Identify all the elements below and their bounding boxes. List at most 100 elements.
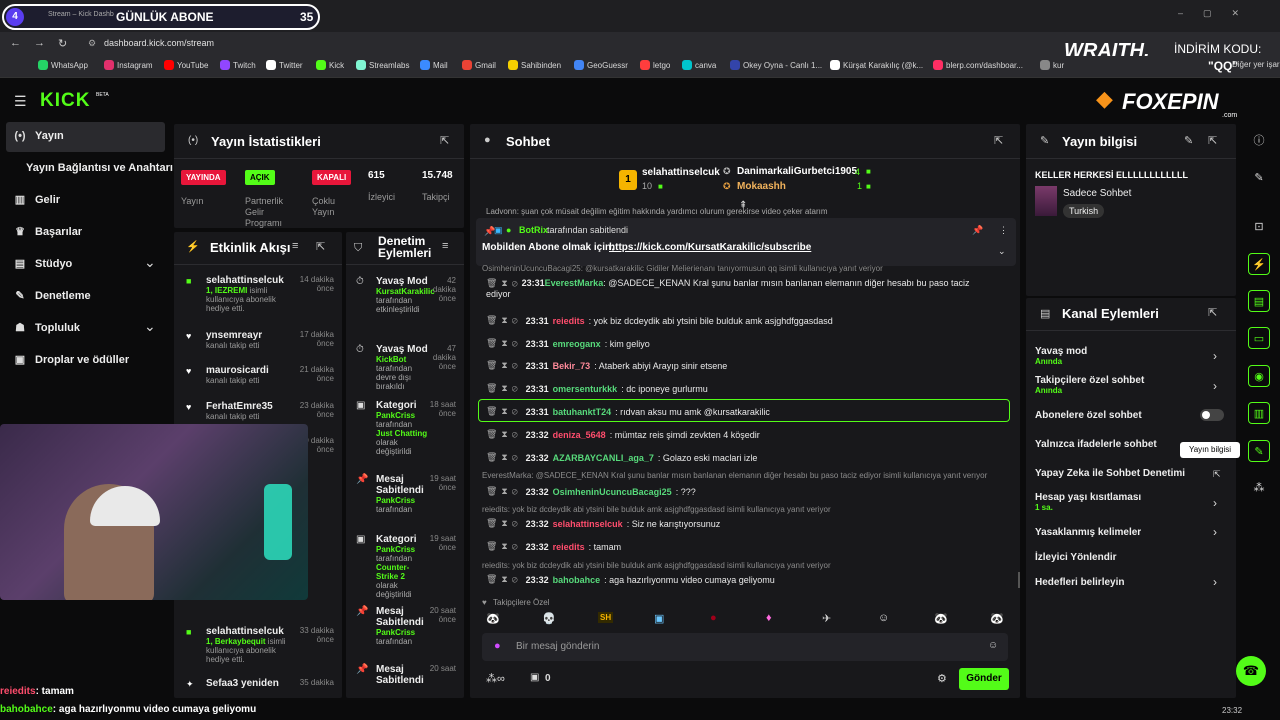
chevron-right-icon[interactable]: ›	[1213, 379, 1217, 393]
bookmark-item[interactable]: Sahibinden	[508, 60, 561, 70]
mod-action-icons[interactable]: 🗑⧗⊘	[486, 574, 522, 585]
bookmark-item[interactable]: blerp.com/dashboar...	[933, 60, 1023, 70]
sidebar-item[interactable]: Yayın Bağlantısı ve Anahtarı	[26, 162, 173, 174]
chat-message[interactable]: 🗑⧗⊘ 23:31 omersenturkkk: dc iponeye gurlur…	[486, 383, 708, 394]
chat-username[interactable]: selahattinselcuk	[553, 519, 623, 529]
chevron-right-icon[interactable]: ›	[1213, 349, 1217, 363]
banned-words-label[interactable]: Yasaklanmış kelimeler	[1035, 527, 1141, 538]
activity-user[interactable]: selahattinselcuk	[206, 275, 294, 286]
kick-logo[interactable]: KICK	[40, 90, 90, 112]
bookmark-item[interactable]: Streamlabs	[356, 60, 409, 70]
filter-icon[interactable]: ≡	[292, 240, 298, 252]
emote-panda2[interactable]: 🐼	[934, 612, 948, 625]
stats-rail-icon[interactable]: ▤	[1248, 290, 1270, 312]
account-age-option[interactable]: Hesap yaşı kısıtlaması 1 sa.	[1035, 492, 1141, 512]
support-icon[interactable]: ☎	[1236, 656, 1266, 686]
slow-mode-option[interactable]: Yavaş mod Anında	[1035, 346, 1087, 366]
chat-message[interactable]: 🗑⧗⊘ 23:32 bahobahce: aga hazırlıyonmu vide…	[486, 574, 775, 585]
filter-icon[interactable]: ≡	[442, 240, 448, 252]
url-text[interactable]: dashboard.kick.com/stream	[104, 38, 214, 48]
edit-icon[interactable]: ✎	[1184, 134, 1193, 147]
bookmark-item[interactable]: Gmail	[462, 60, 496, 70]
chevron-down-icon[interactable]: ⌄	[998, 246, 1006, 257]
chat-input[interactable]: ● Bir mesaj gönderin ☺	[482, 633, 1008, 661]
pinned-message[interactable]: 📌 ▣ ● BotRix tarafından sabitlendi Mobil…	[476, 218, 1016, 266]
chat-message[interactable]: 🗑⧗⊘ 23:32 AZARBAYCANLI_aga_7: Golazo eski …	[486, 452, 757, 463]
info-icon[interactable]: ⓘ	[1248, 130, 1270, 152]
chat-username[interactable]: reiedits	[553, 542, 585, 552]
modlog-moderator[interactable]: PankCriss	[376, 545, 415, 554]
send-button[interactable]: Gönder	[959, 668, 1009, 690]
modlog-moderator[interactable]: KickBot	[376, 355, 406, 364]
mod-action-icons[interactable]: 🗑⧗⊘	[486, 383, 522, 394]
modlog-rail-icon[interactable]: ▥	[1248, 402, 1270, 424]
chat-message[interactable]: 🗑⧗⊘ 23:31 emreoganx: kim geliyo	[486, 338, 650, 349]
emote-panda[interactable]: 🐼	[486, 612, 500, 625]
gift-box-icon[interactable]: ▣	[530, 672, 539, 683]
chat-username[interactable]: OsimheninUcuncuBacagi25	[553, 487, 672, 497]
emote-panda3[interactable]: 🐼	[990, 612, 1004, 625]
activity-user[interactable]: ynsemreayr	[206, 330, 294, 341]
other-bookmarks[interactable]: Diğer yer işaretleri	[1232, 60, 1280, 69]
chat-message[interactable]: 🗑⧗⊘ 23:31 reiedits: yok biz dcdeydik abi y…	[486, 315, 833, 326]
menu-icon[interactable]: ☰	[14, 93, 27, 110]
emoji-icon[interactable]: ☺	[988, 640, 998, 651]
bookmark-item[interactable]: YouTube	[164, 60, 208, 70]
mod-action-icons[interactable]: 🗑⧗⊘	[486, 278, 522, 288]
external-link-icon[interactable]: ⇱	[1213, 469, 1221, 480]
popout-icon[interactable]: ⇱	[994, 134, 1003, 147]
category-name[interactable]: Sadece Sohbet	[1063, 188, 1131, 199]
redirect-label[interactable]: İzleyici Yönlendir	[1035, 552, 1117, 563]
activity-user[interactable]: maurosicardi	[206, 365, 294, 376]
popout-icon[interactable]: ⇱	[316, 240, 325, 253]
sidebar-item[interactable]: (•) Yayın	[14, 130, 63, 142]
chat-username[interactable]: Bekir_73	[553, 361, 591, 371]
modlog-moderator[interactable]: PankCriss	[376, 628, 415, 637]
chat-username[interactable]: omersenturkkk	[553, 384, 618, 394]
pinned-link[interactable]: https://kick.com/KursatKarakilic/subscri…	[609, 242, 811, 253]
more-icon[interactable]: ⋮	[999, 225, 1008, 236]
browser-tab-title[interactable]: Stream – Kick Dashb	[48, 11, 114, 18]
chat-username[interactable]: EverestMarka	[545, 278, 604, 288]
chat-username[interactable]: deniza_5648	[553, 430, 606, 440]
site-info-icon[interactable]: ⚙	[88, 38, 96, 49]
bookmark-item[interactable]: GeoGuessr	[574, 60, 628, 70]
activity-user[interactable]: Sefaa3 yeniden	[206, 678, 294, 689]
broadcast-rail-icon[interactable]: ◉	[1248, 365, 1270, 387]
chevron-down-icon[interactable]: ⌄	[144, 254, 156, 271]
chat-username[interactable]: AZARBAYCANLI_aga_7	[553, 453, 654, 463]
mod-action-icons[interactable]: 🗑⧗⊘	[486, 338, 522, 349]
mod-action-icons[interactable]: 🗑⧗⊘	[486, 486, 522, 497]
chat-username[interactable]: bahobahce	[553, 575, 601, 585]
emote-pink[interactable]: ♦	[766, 612, 772, 624]
crop-icon[interactable]: ⊡	[1248, 216, 1270, 238]
emote-cube[interactable]: ▣	[654, 612, 664, 625]
bookmark-item[interactable]: Kick	[316, 60, 344, 70]
sidebar-item[interactable]: ✎ Denetleme	[14, 290, 90, 302]
window-controls[interactable]: –▢✕	[1178, 8, 1259, 19]
mod-action-icons[interactable]: 🗑⧗⊘	[486, 541, 522, 552]
followers-only-option[interactable]: Takipçilere özel sohbet Anında	[1035, 375, 1144, 395]
back-icon[interactable]: ←	[10, 37, 21, 49]
emote-sh[interactable]: SH	[598, 612, 614, 623]
category-thumbnail[interactable]	[1035, 186, 1057, 216]
goals-label[interactable]: Hedefleri belirleyin	[1035, 577, 1124, 588]
emote-plane[interactable]: ✈	[822, 612, 831, 625]
modlog-moderator[interactable]: PankCriss	[376, 496, 415, 505]
settings-icon[interactable]: ⚙	[937, 672, 947, 685]
chat-message[interactable]: 🗑⧗⊘ 23:31 batuhanktT24: rıdvan aksu mu amk…	[486, 406, 770, 417]
mic-icon[interactable]: ●	[494, 640, 501, 652]
mod-action-icons[interactable]: 🗑⧗⊘	[486, 429, 522, 440]
mod-action-icons[interactable]: 🗑⧗⊘	[486, 315, 522, 326]
unpin-icon[interactable]: 📌	[972, 225, 983, 236]
points-icon[interactable]: ⁂∞	[486, 672, 505, 685]
popout-icon[interactable]: ⇱	[440, 134, 449, 147]
top3-name[interactable]: Mokaashh	[737, 181, 786, 192]
bookmark-item[interactable]: Twitter	[266, 60, 303, 70]
chat-message[interactable]: 🗑⧗⊘ 23:32 reiedits: tamam	[486, 541, 621, 552]
bookmark-item[interactable]: Okey Oyna - Canlı 1...	[730, 60, 822, 70]
chat-message[interactable]: 🗑⧗⊘ 23:32 OsimheninUcuncuBacagi25: ???	[486, 486, 696, 497]
chevron-right-icon[interactable]: ›	[1213, 525, 1217, 539]
chat-rail-icon[interactable]: ▭	[1248, 327, 1270, 349]
chat-message[interactable]: 🗑⧗⊘ 23:32 deniza_5648: mümtaz reis şimdi z…	[486, 429, 760, 440]
